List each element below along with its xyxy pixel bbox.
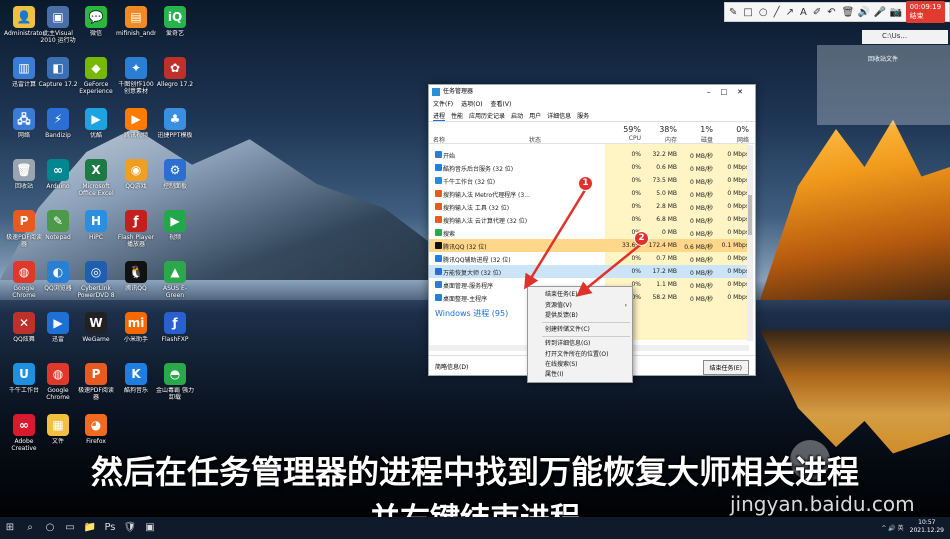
taskbar: ⊞ ⌕ ○ ▭ 📁 Ps 🛡 ▣ ^ 🔊 英 10:57 2021.12.29 [0, 517, 950, 539]
step-badge-1: 1 [578, 176, 593, 191]
taskbar-button[interactable]: ○ [40, 517, 60, 539]
subtitle-line-1: 然后在任务管理器的进程中找到万能恢复大师相关进程 [90, 453, 859, 491]
taskbar-button[interactable]: ⊞ [0, 517, 20, 539]
clock[interactable]: 10:57 2021.12.29 [910, 519, 944, 535]
system-tray: ^ 🔊 英 10:57 2021.12.29 [881, 519, 944, 535]
taskbar-button[interactable]: 📁 [80, 517, 100, 539]
taskbar-button[interactable]: ▭ [60, 517, 80, 539]
taskbar-button[interactable]: ⌕ [20, 517, 40, 539]
taskbar-button[interactable]: ▣ [140, 517, 160, 539]
taskbar-button[interactable]: 🛡 [120, 517, 140, 539]
arrow-2 [576, 244, 641, 297]
clock-time: 10:57 [918, 519, 936, 526]
watermark: jingyan.baidu.com [730, 492, 915, 516]
clock-date: 2021.12.29 [909, 527, 944, 534]
step-badge-2: 2 [634, 231, 649, 246]
arrow-1 [524, 189, 587, 290]
taskbar-button[interactable]: Ps [100, 517, 120, 539]
tray-icons[interactable]: ^ 🔊 英 [881, 523, 903, 532]
